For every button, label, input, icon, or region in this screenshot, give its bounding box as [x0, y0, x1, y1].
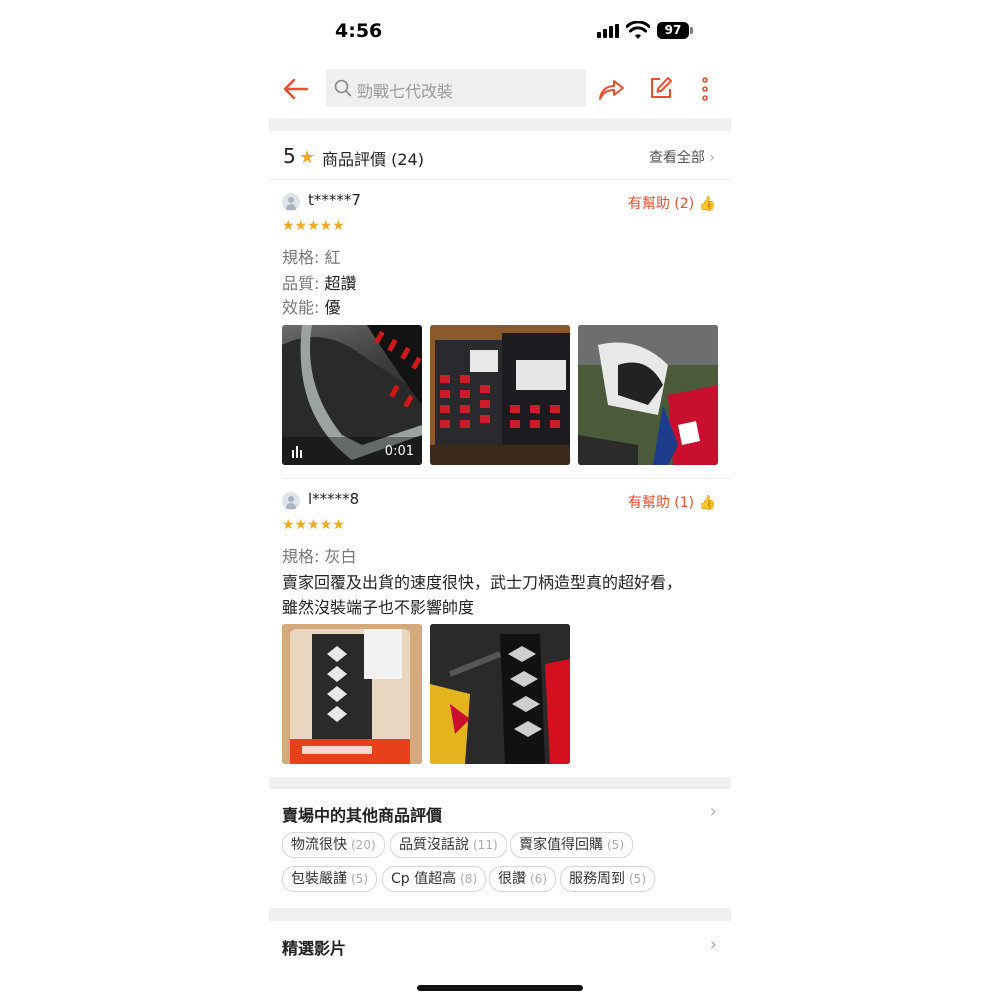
quality-key: 品質:: [282, 274, 325, 293]
quality-value: 超讚: [324, 274, 357, 293]
more-icon[interactable]: [699, 76, 711, 102]
helpful-button[interactable]: 有幫助 (1) 👍: [628, 492, 716, 512]
spec-key: 規格:: [282, 248, 325, 267]
thumb-up-icon: 👍: [698, 196, 716, 212]
top-nav-bar: 勁戰七代改裝: [269, 64, 731, 114]
rating-score: 5: [283, 144, 296, 168]
tag-count: (8): [460, 872, 478, 886]
search-icon: [334, 79, 352, 97]
home-indicator[interactable]: [417, 985, 583, 991]
search-placeholder: 勁戰七代改裝: [357, 82, 454, 101]
review-tag[interactable]: 很讚 (6): [489, 866, 556, 892]
status-bar: 4:56 97: [269, 0, 731, 60]
rating-title: 商品評價 (24): [322, 150, 424, 169]
see-all-label: 查看全部: [648, 150, 705, 166]
review-photo-image: [430, 325, 570, 465]
spec-value: 灰白: [324, 547, 357, 566]
review-photo[interactable]: [430, 624, 570, 764]
review-tag[interactable]: 品質沒話說 (11): [390, 832, 507, 858]
featured-videos-row[interactable]: 精選影片 ›: [269, 921, 731, 971]
phone-screen: 4:56 97 勁戰七代改裝 5 ★ 商品評價 (24) 查看全部 › t***…: [269, 0, 731, 1000]
tag-count: (5): [607, 838, 624, 852]
review-photo-image: [578, 325, 718, 465]
review-username: t*****7: [308, 191, 361, 209]
review-photo-image: [282, 624, 422, 764]
signal-icon: [597, 24, 619, 38]
review-spec: 規格: 灰白: [282, 543, 357, 567]
edit-icon[interactable]: [648, 75, 674, 101]
chevron-right-icon: ›: [709, 150, 715, 166]
review-tag[interactable]: Cp 值超高 (8): [382, 866, 487, 892]
wifi-icon: [626, 21, 650, 39]
see-all-link[interactable]: 查看全部 ›: [649, 147, 715, 167]
shop-reviews-title: 賣場中的其他商品評價: [282, 806, 443, 825]
review-photo[interactable]: [282, 624, 422, 764]
review-video-thumbnail[interactable]: 0:01: [282, 325, 422, 465]
review-username: l*****8: [308, 490, 360, 508]
avatar: [282, 193, 300, 211]
featured-videos-title: 精選影片: [282, 939, 347, 958]
tag-label: 服務周到: [569, 871, 625, 887]
tag-count: (6): [530, 872, 547, 886]
tag-label: 很讚: [498, 871, 526, 887]
section-gap: [269, 908, 731, 921]
tag-count: (20): [351, 838, 376, 852]
helpful-label: 有幫助 (2): [627, 196, 695, 212]
thumb-up-icon: 👍: [698, 495, 716, 511]
battery-icon: 97: [657, 22, 689, 39]
video-icon: [292, 446, 306, 458]
tag-label: 包裝嚴謹: [291, 871, 347, 887]
review-performance: 效能: 優: [282, 294, 341, 318]
section-gap: [269, 118, 731, 131]
section-gap: [269, 777, 731, 789]
tag-label: Cp 值超高: [391, 871, 457, 887]
tag-count: (5): [351, 872, 368, 886]
review-comment-line: 賣家回覆及出貨的速度很快，武士刀柄造型真的超好看，: [282, 573, 683, 592]
status-time: 4:56: [335, 20, 383, 42]
rating-header[interactable]: 5 ★ 商品評價 (24) 查看全部 ›: [269, 131, 731, 180]
tag-label: 品質沒話說: [399, 837, 469, 853]
review-spec: 規格: 紅: [282, 244, 341, 268]
chevron-right-icon[interactable]: ›: [710, 801, 717, 822]
review-photo[interactable]: [578, 325, 718, 465]
helpful-button[interactable]: 有幫助 (2) 👍: [628, 193, 716, 213]
back-arrow-icon[interactable]: [281, 74, 311, 104]
tag-count: (5): [629, 872, 646, 886]
helpful-label: 有幫助 (1): [627, 495, 695, 511]
review-item: l*****8 有幫助 (1) 👍 ★★★★★ 規格: 灰白 賣家回覆及出貨的速…: [269, 479, 731, 777]
review-tag[interactable]: 賣家值得回購 (5): [510, 832, 633, 858]
review-quality: 品質: 超讚: [282, 270, 357, 294]
battery-cap: [690, 27, 693, 34]
review-tag[interactable]: 包裝嚴謹 (5): [282, 866, 377, 892]
performance-value: 優: [324, 298, 341, 317]
review-stars: ★★★★★: [282, 218, 345, 234]
review-comment-line: 雖然沒裝端子也不影響帥度: [282, 598, 475, 617]
spec-key: 規格:: [282, 547, 325, 566]
performance-key: 效能:: [282, 298, 325, 317]
review-tag[interactable]: 物流很快 (20): [282, 832, 385, 858]
spec-value: 紅: [324, 248, 341, 267]
chevron-right-icon: ›: [709, 934, 717, 955]
review-stars: ★★★★★: [282, 517, 345, 533]
review-photo[interactable]: [430, 325, 570, 465]
video-duration: 0:01: [384, 444, 414, 459]
share-icon[interactable]: [597, 75, 625, 103]
review-item: t*****7 有幫助 (2) 👍 ★★★★★ 規格: 紅 品質: 超讚 效能:…: [269, 180, 731, 478]
star-icon: ★: [299, 147, 316, 168]
tag-label: 賣家值得回購: [519, 837, 603, 853]
tag-label: 物流很快: [291, 837, 347, 853]
tag-count: (11): [473, 838, 498, 852]
review-tag[interactable]: 服務周到 (5): [560, 866, 655, 892]
search-bar[interactable]: 勁戰七代改裝: [326, 69, 586, 107]
review-photo-image: [430, 624, 570, 764]
shop-reviews-section: 賣場中的其他商品評價 › 物流很快 (20) 品質沒話說 (11) 賣家值得回購 (5…: [269, 789, 731, 907]
avatar: [282, 492, 300, 510]
